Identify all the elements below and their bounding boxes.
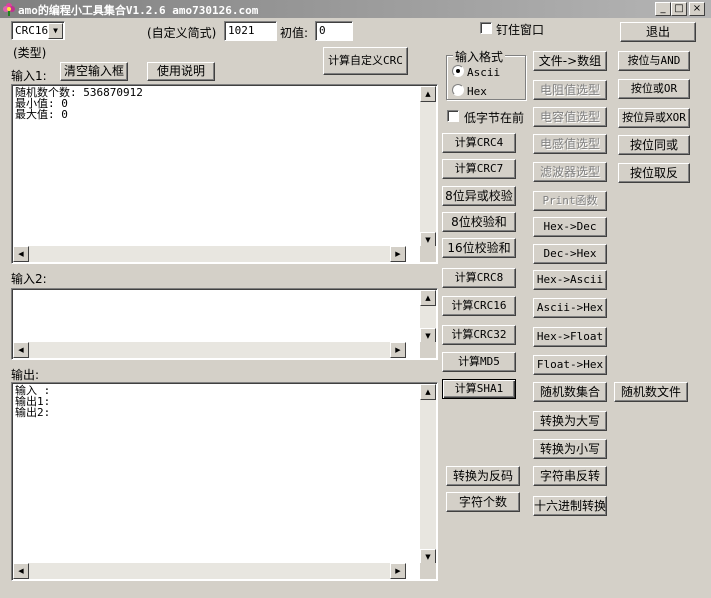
calc-crc16-button[interactable]: 计算CRC16 xyxy=(442,296,516,316)
input2-vscroll[interactable]: ▲ ▼ xyxy=(420,290,436,344)
hex-to-ascii-button[interactable]: Hex->Ascii xyxy=(533,270,607,290)
scroll-corner xyxy=(420,563,436,579)
scroll-corner xyxy=(420,342,436,358)
print-function-button[interactable]: Print函数 xyxy=(533,191,607,211)
input2-textarea[interactable]: ▲ ▼ ◀ ▶ xyxy=(11,288,438,360)
maximize-button[interactable]: □ xyxy=(671,2,687,16)
filter-select-button[interactable]: 滤波器选型 xyxy=(533,162,607,182)
clear-input-button[interactable]: 清空输入框 xyxy=(60,62,128,81)
bitwise-and-button[interactable]: 按位与AND xyxy=(618,51,690,71)
xor8-check-button[interactable]: 8位异或校验 xyxy=(442,186,516,206)
to-uppercase-button[interactable]: 转换为大写 xyxy=(533,411,607,431)
minimize-button[interactable]: _ xyxy=(655,2,671,16)
dec-to-hex-button[interactable]: Dec->Hex xyxy=(533,244,607,264)
format-ascii-label: Ascii xyxy=(467,66,501,79)
float-to-hex-button[interactable]: Float->Hex xyxy=(533,355,607,375)
input1-vscroll[interactable]: ▲ ▼ xyxy=(420,86,436,248)
bitwise-or-button[interactable]: 按位或OR xyxy=(618,79,690,99)
output-hscroll[interactable]: ◀ ▶ xyxy=(13,563,406,579)
type-label: (类型) xyxy=(13,46,47,60)
help-button[interactable]: 使用说明 xyxy=(147,62,215,81)
input1-content: 随机数个数: 536870912 最小值: 0 最大值: 0 xyxy=(15,86,143,121)
calc-crc32-button[interactable]: 计算CRC32 xyxy=(442,325,516,345)
bitwise-xor-button[interactable]: 按位异或XOR xyxy=(618,108,690,128)
input1-hscroll[interactable]: ◀ ▶ xyxy=(13,246,406,262)
close-button[interactable]: × xyxy=(689,2,705,16)
scroll-up-icon[interactable]: ▲ xyxy=(420,384,436,400)
ascii-to-hex-button[interactable]: Ascii->Hex xyxy=(533,298,607,318)
init-value-input[interactable]: 0 xyxy=(315,21,353,41)
app-flower-icon xyxy=(3,3,15,16)
scroll-right-icon[interactable]: ▶ xyxy=(390,342,406,358)
scroll-right-icon[interactable]: ▶ xyxy=(390,563,406,579)
init-value-label: 初值: xyxy=(280,26,309,40)
low-byte-first-checkbox[interactable] xyxy=(447,110,459,122)
format-hex-radio[interactable] xyxy=(452,84,464,96)
calc-crc8-button[interactable]: 计算CRC8 xyxy=(442,268,516,288)
file-to-array-button[interactable]: 文件->数组 xyxy=(533,51,607,71)
to-lowercase-button[interactable]: 转换为小写 xyxy=(533,439,607,459)
format-hex-label: Hex xyxy=(467,85,487,98)
pin-window-checkbox[interactable] xyxy=(480,22,492,34)
calc-md5-button[interactable]: 计算MD5 xyxy=(442,352,516,372)
app-window: amo的编程小工具集合V1.2.6 amo730126.com _ □ × CR… xyxy=(0,0,711,598)
bitwise-xnor-button[interactable]: 按位同或 xyxy=(618,135,690,155)
custom-poly-label: (自定义简式) xyxy=(147,26,217,40)
scroll-up-icon[interactable]: ▲ xyxy=(420,290,436,306)
capacitor-select-button[interactable]: 电容值选型 xyxy=(533,107,607,127)
random-set-button[interactable]: 随机数集合 xyxy=(533,382,607,402)
string-reverse-button[interactable]: 字符串反转 xyxy=(533,466,607,486)
exit-button[interactable]: 退出 xyxy=(620,22,696,42)
input1-label: 输入1: xyxy=(11,69,47,83)
random-file-button[interactable]: 随机数文件 xyxy=(614,382,688,402)
output-label: 输出: xyxy=(11,368,40,382)
low-byte-first-label: 低字节在前 xyxy=(464,111,525,125)
calc-custom-crc-button[interactable]: 计算自定义CRC xyxy=(323,47,408,75)
format-ascii-radio[interactable] xyxy=(452,65,464,77)
scroll-left-icon[interactable]: ◀ xyxy=(13,563,29,579)
hex-convert-button[interactable]: 十六进制转换 xyxy=(533,496,607,516)
input-format-legend: 输入格式 xyxy=(453,48,506,65)
custom-poly-input[interactable]: 1021 xyxy=(224,21,277,41)
output-vscroll[interactable]: ▲ ▼ xyxy=(420,384,436,565)
crc-type-value: CRC16 xyxy=(15,24,49,37)
crc-type-select[interactable]: CRC16 ▼ xyxy=(11,21,65,40)
hex-to-dec-button[interactable]: Hex->Dec xyxy=(533,217,607,237)
input2-hscroll[interactable]: ◀ ▶ xyxy=(13,342,406,358)
sum8-check-button[interactable]: 8位校验和 xyxy=(442,212,516,232)
pin-window-label: 钉住窗口 xyxy=(496,23,545,37)
window-title: amo的编程小工具集合V1.2.6 amo730126.com xyxy=(18,4,259,17)
input2-label: 输入2: xyxy=(11,272,47,286)
input1-textarea[interactable]: 随机数个数: 536870912 最小值: 0 最大值: 0 ▲ ▼ ◀ ▶ xyxy=(11,84,438,264)
scroll-right-icon[interactable]: ▶ xyxy=(390,246,406,262)
sum16-check-button[interactable]: 16位校验和 xyxy=(442,238,516,258)
title-bar[interactable]: amo的编程小工具集合V1.2.6 amo730126.com _ □ × xyxy=(0,0,711,18)
scroll-up-icon[interactable]: ▲ xyxy=(420,86,436,102)
output-textarea[interactable]: 输入 : 输出1: 输出2: ▲ ▼ ◀ ▶ xyxy=(11,382,438,581)
scroll-left-icon[interactable]: ◀ xyxy=(13,342,29,358)
scroll-corner xyxy=(420,246,436,262)
chevron-down-icon[interactable]: ▼ xyxy=(48,23,63,39)
to-inverse-code-button[interactable]: 转换为反码 xyxy=(446,466,520,486)
calc-crc4-button[interactable]: 计算CRC4 xyxy=(442,133,516,153)
char-count-button[interactable]: 字符个数 xyxy=(446,492,520,512)
hex-to-float-button[interactable]: Hex->Float xyxy=(533,327,607,347)
bitwise-not-button[interactable]: 按位取反 xyxy=(618,163,690,183)
calc-sha1-button[interactable]: 计算SHA1 xyxy=(442,379,516,399)
resistor-select-button[interactable]: 电阻值选型 xyxy=(533,80,607,100)
output-content: 输入 : 输出1: 输出2: xyxy=(15,384,51,419)
inductor-select-button[interactable]: 电感值选型 xyxy=(533,134,607,154)
calc-crc7-button[interactable]: 计算CRC7 xyxy=(442,159,516,179)
scroll-left-icon[interactable]: ◀ xyxy=(13,246,29,262)
